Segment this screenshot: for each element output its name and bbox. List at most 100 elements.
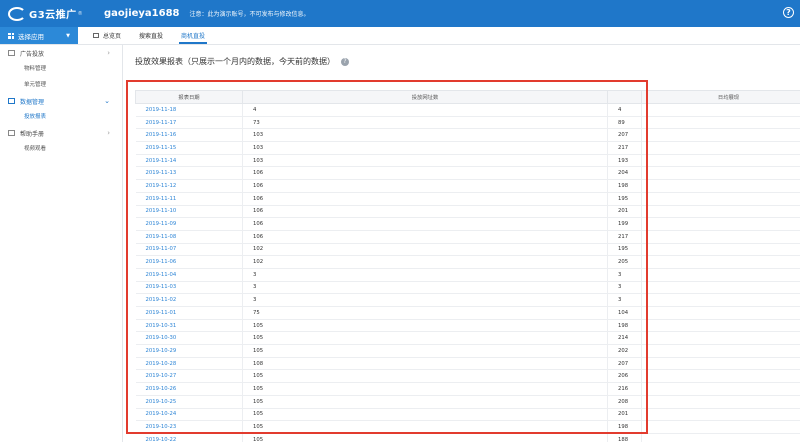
sidebar-item-units[interactable]: 单元管理 xyxy=(0,77,122,93)
tab-search-direct[interactable]: 搜索直投 xyxy=(139,27,163,44)
date-link[interactable]: 2019-10-22 xyxy=(135,433,243,442)
table-row: 2019-10-27 105 206 xyxy=(135,369,800,384)
date-link[interactable]: 2019-10-23 xyxy=(135,420,243,434)
date-link[interactable]: 2019-11-09 xyxy=(135,217,243,231)
table-row: 2019-11-15 103 217 xyxy=(135,141,800,155)
daily-impressions-cell xyxy=(641,205,800,219)
table-row: 2019-11-10 106 201 xyxy=(135,205,800,219)
date-link[interactable]: 2019-11-03 xyxy=(135,281,243,295)
date-link[interactable]: 2019-10-31 xyxy=(135,319,243,333)
date-link[interactable]: 2019-10-27 xyxy=(135,369,243,384)
main-content: 投放效果报表（只展示一个月内的数据，今天前的数据） ? 报表日期 投放网址数 日… xyxy=(123,45,800,442)
url-count-cell: 105 xyxy=(242,420,608,434)
url-count-cell: 105 xyxy=(242,319,608,333)
url-count-cell: 103 xyxy=(242,128,608,143)
date-link[interactable]: 2019-11-02 xyxy=(135,293,243,307)
column-header-url-count[interactable]: 投放网址数 xyxy=(242,90,608,104)
sidebar-item-delivery-report[interactable]: 投放报表 xyxy=(0,109,122,125)
logo-mark-icon xyxy=(8,6,26,21)
table-row: 2019-10-28 108 207 xyxy=(135,357,800,371)
date-link[interactable]: 2019-10-28 xyxy=(135,357,243,371)
url-count-cell: 4 xyxy=(242,103,608,117)
date-link[interactable]: 2019-11-01 xyxy=(135,306,243,320)
date-link[interactable]: 2019-11-15 xyxy=(135,141,243,155)
chevron-right-icon: › xyxy=(107,49,110,57)
date-link[interactable]: 2019-10-24 xyxy=(135,408,243,422)
app-select-dropdown[interactable]: 选择应用 ▼ xyxy=(0,27,78,44)
table-row: 2019-11-14 103 193 xyxy=(135,154,800,168)
sidebar-item-materials[interactable]: 物料管理 xyxy=(0,61,122,77)
daily-impressions-cell xyxy=(641,116,800,130)
url-count-cell: 105 xyxy=(242,369,608,384)
sidebar-group-help[interactable]: 帮助手册 › xyxy=(0,125,122,141)
daily-impressions-cell xyxy=(641,217,800,231)
table-row: 2019-11-03 3 3 xyxy=(135,281,800,295)
daily-impressions-cell xyxy=(641,433,800,442)
url-count-cell: 75 xyxy=(242,306,608,320)
unlabeled-value-cell: 216 xyxy=(607,382,642,396)
table-row: 2019-10-26 105 216 xyxy=(135,382,800,396)
table-row: 2019-11-04 3 3 xyxy=(135,268,800,282)
question-icon[interactable]: ? xyxy=(341,57,349,66)
demo-notice: 注意：此为演示账号，不可发布与修改信息。 xyxy=(189,11,310,18)
tab-label: 搜索直投 xyxy=(139,33,164,40)
url-count-cell: 106 xyxy=(242,217,608,231)
table-row: 2019-11-11 106 195 xyxy=(135,192,800,206)
sidebar-group-label: 帮助手册 xyxy=(20,130,45,138)
logo-text: G3云推广 xyxy=(29,10,77,21)
tab-overview[interactable]: 总览页 xyxy=(93,27,121,44)
logo[interactable]: G3云推广 ® xyxy=(0,6,90,21)
daily-impressions-cell xyxy=(641,243,800,257)
unlabeled-value-cell: 3 xyxy=(607,268,642,282)
date-link[interactable]: 2019-11-08 xyxy=(135,230,243,244)
url-count-cell: 103 xyxy=(242,141,608,155)
date-link[interactable]: 2019-11-06 xyxy=(135,255,243,269)
nav-bar: 选择应用 ▼ 总览页 搜索直投 商机直投 xyxy=(0,27,800,45)
url-count-cell: 105 xyxy=(242,344,608,358)
column-header-daily-impressions[interactable]: 日均展现 xyxy=(641,90,800,104)
daily-impressions-cell xyxy=(641,103,800,117)
date-link[interactable]: 2019-11-17 xyxy=(135,116,243,130)
logo-registered-mark: ® xyxy=(77,10,83,17)
date-link[interactable]: 2019-11-14 xyxy=(135,154,243,168)
daily-impressions-cell xyxy=(641,306,800,320)
sidebar-group-data-management[interactable]: 数据管理 ⌄ xyxy=(0,93,122,109)
date-link[interactable]: 2019-11-12 xyxy=(135,179,243,193)
unlabeled-value-cell: 202 xyxy=(607,344,642,358)
date-link[interactable]: 2019-11-07 xyxy=(135,243,243,257)
daily-impressions-cell xyxy=(641,344,800,358)
date-link[interactable]: 2019-10-26 xyxy=(135,382,243,396)
chart-icon xyxy=(8,98,15,104)
column-header-date[interactable]: 报表日期 xyxy=(135,90,243,104)
help-icon[interactable]: ? xyxy=(783,7,794,18)
url-count-cell: 3 xyxy=(242,293,608,307)
date-link[interactable]: 2019-10-30 xyxy=(135,331,243,346)
date-link[interactable]: 2019-11-10 xyxy=(135,205,243,219)
page-title: 投放效果报表（只展示一个月内的数据，今天前的数据） ? xyxy=(135,56,349,67)
table-row: 2019-11-01 75 104 xyxy=(135,306,800,320)
sidebar-group-label: 数据管理 xyxy=(20,98,45,106)
date-link[interactable]: 2019-10-29 xyxy=(135,344,243,358)
top-header: G3云推广 ® gaojieya1688 注意：此为演示账号，不可发布与修改信息… xyxy=(0,0,800,27)
date-link[interactable]: 2019-11-18 xyxy=(135,103,243,117)
url-count-cell: 105 xyxy=(242,382,608,396)
sidebar: 广告投放 › 物料管理 单元管理 数据管理 ⌄ 投放报表 帮助手册 › 视频观看 xyxy=(0,45,123,442)
unlabeled-value-cell: 104 xyxy=(607,306,642,320)
unlabeled-value-cell: 205 xyxy=(607,255,642,269)
sidebar-item-video[interactable]: 视频观看 xyxy=(0,141,122,157)
url-count-cell: 102 xyxy=(242,243,608,257)
table-row: 2019-10-30 105 214 xyxy=(135,331,800,346)
url-count-cell: 103 xyxy=(242,154,608,168)
date-link[interactable]: 2019-11-11 xyxy=(135,192,243,206)
table-row: 2019-10-31 105 198 xyxy=(135,319,800,333)
date-link[interactable]: 2019-10-25 xyxy=(135,395,243,409)
date-link[interactable]: 2019-11-16 xyxy=(135,128,243,143)
unlabeled-value-cell: 214 xyxy=(607,331,642,346)
unlabeled-value-cell: 3 xyxy=(607,293,642,307)
tab-business-direct[interactable]: 商机直投 xyxy=(179,27,208,44)
date-link[interactable]: 2019-11-13 xyxy=(135,166,243,181)
table-row: 2019-11-13 106 204 xyxy=(135,166,800,181)
table-body: 2019-11-18 4 4 2019-11-17 73 89 2019-11-16 103 2… xyxy=(135,103,800,442)
date-link[interactable]: 2019-11-04 xyxy=(135,268,243,282)
sidebar-group-ad-delivery[interactable]: 广告投放 › xyxy=(0,45,122,61)
